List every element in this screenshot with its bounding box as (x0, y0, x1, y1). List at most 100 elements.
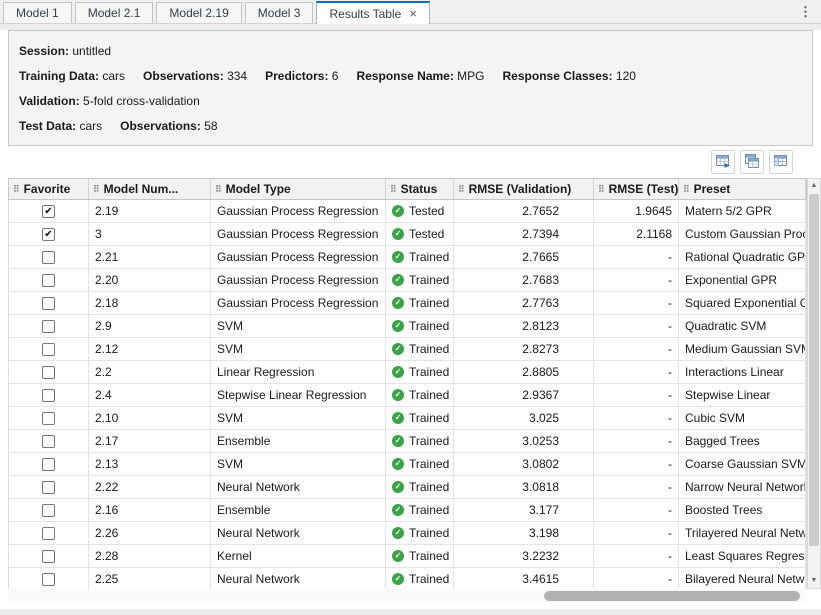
cell-rmse-validation: 3.177 (454, 499, 594, 521)
favorite-checkbox[interactable] (42, 480, 55, 494)
column-header-status[interactable]: ⠿ Status (386, 179, 454, 199)
column-grip-icon[interactable]: ⠿ (683, 184, 690, 195)
status-label: Tested (409, 227, 445, 241)
table-row[interactable]: 2.12 SVM ✓ Trained 2.8273 - Medium Gaussian SV… (9, 338, 806, 361)
table-row[interactable]: 2.20 Gaussian Process Regression ✓ Trained 2… (9, 269, 806, 292)
vertical-scrollbar-thumb[interactable] (809, 194, 819, 546)
cell-favorite: ✔ (9, 223, 89, 245)
export-table-button[interactable] (711, 150, 735, 174)
column-grip-icon[interactable]: ⠿ (13, 184, 20, 195)
favorite-checkbox[interactable] (42, 526, 55, 540)
close-icon[interactable]: × (409, 7, 417, 20)
cell-model-type: Neural Network (211, 522, 386, 544)
table-row[interactable]: 2.9 SVM ✓ Trained 2.8123 - Quadratic SVM (9, 315, 806, 338)
tab-model-3[interactable]: Model 3 (244, 2, 314, 23)
cell-model-type: Ensemble (211, 499, 386, 521)
status-label: Trained (409, 411, 450, 425)
column-header-rmse-validation[interactable]: ⠿ RMSE (Validation) (454, 179, 594, 199)
tab-model-1[interactable]: Model 1 (3, 2, 72, 23)
rmse-test-value: - (668, 365, 672, 379)
horizontal-scrollbar[interactable] (8, 589, 805, 603)
favorite-checkbox[interactable] (42, 273, 55, 287)
favorite-checkbox[interactable] (42, 250, 55, 264)
open-table-button[interactable] (769, 150, 793, 174)
document-tab-bar: Model 1 Model 2.1 Model 2.19 Model 3 Results… (0, 0, 821, 24)
rmse-validation-value: 3.198 (528, 526, 559, 540)
table-row[interactable]: 2.26 Neural Network ✓ Trained 3.198 - Trilayer… (9, 522, 806, 545)
favorite-checkbox[interactable] (42, 342, 55, 356)
column-header-model-type[interactable]: ⠿ Model Type (211, 179, 386, 199)
table-row[interactable]: 2.2 Linear Regression ✓ Trained 2.8805 - Inter… (9, 361, 806, 384)
favorite-checkbox[interactable]: ✔ (42, 204, 55, 218)
horizontal-scrollbar-thumb[interactable] (544, 591, 800, 601)
cell-model-number: 2.21 (89, 246, 211, 268)
preset-text: Narrow Neural Network (685, 480, 806, 494)
status-label: Trained (409, 526, 450, 540)
cell-model-type: Gaussian Process Regression (211, 223, 386, 245)
table-row[interactable]: 2.25 Neural Network ✓ Trained 3.4615 - Bilayer… (9, 568, 806, 589)
column-grip-icon[interactable]: ⠿ (390, 184, 397, 195)
table-row[interactable]: ✔ 2.19 Gaussian Process Regression ✓ Tested 2… (9, 200, 806, 223)
rmse-validation-value: 3.2232 (522, 549, 559, 563)
favorite-checkbox[interactable] (42, 457, 55, 471)
scroll-down-icon[interactable]: ▼ (808, 574, 820, 588)
column-header-favorite[interactable]: ⠿ Favorite (9, 179, 89, 199)
column-grip-icon[interactable]: ⠿ (93, 184, 100, 195)
favorite-checkbox[interactable] (42, 319, 55, 333)
cell-status: ✓ Trained (386, 499, 454, 521)
favorite-checkbox[interactable] (42, 388, 55, 402)
rmse-test-value: - (668, 480, 672, 494)
favorite-checkbox[interactable] (42, 434, 55, 448)
model-number-text: 2.20 (95, 273, 119, 287)
favorite-checkbox[interactable] (42, 365, 55, 379)
table-row[interactable]: 2.16 Ensemble ✓ Trained 3.177 - Boosted Trees (9, 499, 806, 522)
rmse-validation-value: 2.8805 (522, 365, 559, 379)
table-row[interactable]: 2.10 SVM ✓ Trained 3.025 - Cubic SVM (9, 407, 806, 430)
table-row[interactable]: ✔ 3 Gaussian Process Regression ✓ Tested 2.73… (9, 223, 806, 246)
column-header-model-number[interactable]: ⠿ Model Num... (89, 179, 211, 199)
cell-preset: Medium Gaussian SVM (679, 338, 806, 360)
status-check-icon: ✓ (392, 481, 404, 493)
rmse-test-value: - (668, 549, 672, 563)
column-header-preset[interactable]: ⠿ Preset (679, 179, 806, 199)
favorite-checkbox[interactable] (42, 549, 55, 563)
favorite-checkbox[interactable] (42, 411, 55, 425)
scroll-up-icon[interactable]: ▲ (808, 179, 820, 193)
status-label: Trained (409, 457, 450, 471)
table-row[interactable]: 2.22 Neural Network ✓ Trained 3.0818 - Narrow … (9, 476, 806, 499)
cell-status: ✓ Trained (386, 292, 454, 314)
overflow-menu-icon[interactable]: ⋮ (799, 4, 812, 20)
tab-results-table[interactable]: Results Table × (316, 1, 430, 24)
column-grip-icon[interactable]: ⠿ (215, 184, 222, 195)
table-row[interactable]: 2.18 Gaussian Process Regression ✓ Trained 2… (9, 292, 806, 315)
favorite-checkbox[interactable] (42, 572, 55, 586)
cell-status: ✓ Trained (386, 568, 454, 589)
field-value: cars (76, 119, 103, 133)
model-type-text: Kernel (217, 549, 252, 563)
tab-model-2-19[interactable]: Model 2.19 (156, 2, 242, 23)
table-row[interactable]: 2.13 SVM ✓ Trained 3.0802 - Coarse Gaussian SV… (9, 453, 806, 476)
column-header-rmse-test[interactable]: ⠿ RMSE (Test) (594, 179, 679, 199)
column-grip-icon[interactable]: ⠿ (598, 184, 605, 195)
favorite-checkbox[interactable] (42, 503, 55, 517)
favorite-checkbox[interactable] (42, 296, 55, 310)
copy-table-button[interactable] (740, 150, 764, 174)
tab-model-2-1[interactable]: Model 2.1 (74, 2, 154, 23)
table-row[interactable]: 2.17 Ensemble ✓ Trained 3.0253 - Bagged Trees (9, 430, 806, 453)
status-check-icon: ✓ (392, 297, 404, 309)
cell-rmse-test: - (594, 453, 679, 475)
column-header-label: Model Type (225, 182, 291, 196)
tab-label: Model 2.19 (169, 6, 229, 20)
cell-status: ✓ Trained (386, 545, 454, 567)
table-row[interactable]: 2.28 Kernel ✓ Trained 3.2232 - Least Squares R… (9, 545, 806, 568)
column-grip-icon[interactable]: ⠿ (458, 184, 465, 195)
copy-table-icon (743, 152, 761, 173)
vertical-scrollbar[interactable]: ▲ ▼ (807, 178, 821, 589)
table-row[interactable]: 2.21 Gaussian Process Regression ✓ Trained 2… (9, 246, 806, 269)
favorite-checkbox[interactable]: ✔ (42, 227, 55, 241)
rmse-test-value: 2.1168 (636, 227, 672, 241)
status-label: Tested (409, 204, 445, 218)
cell-favorite (9, 522, 89, 544)
table-row[interactable]: 2.4 Stepwise Linear Regression ✓ Trained 2.9… (9, 384, 806, 407)
results-table-body: ✔ 2.19 Gaussian Process Regression ✓ Tested 2… (8, 200, 807, 589)
